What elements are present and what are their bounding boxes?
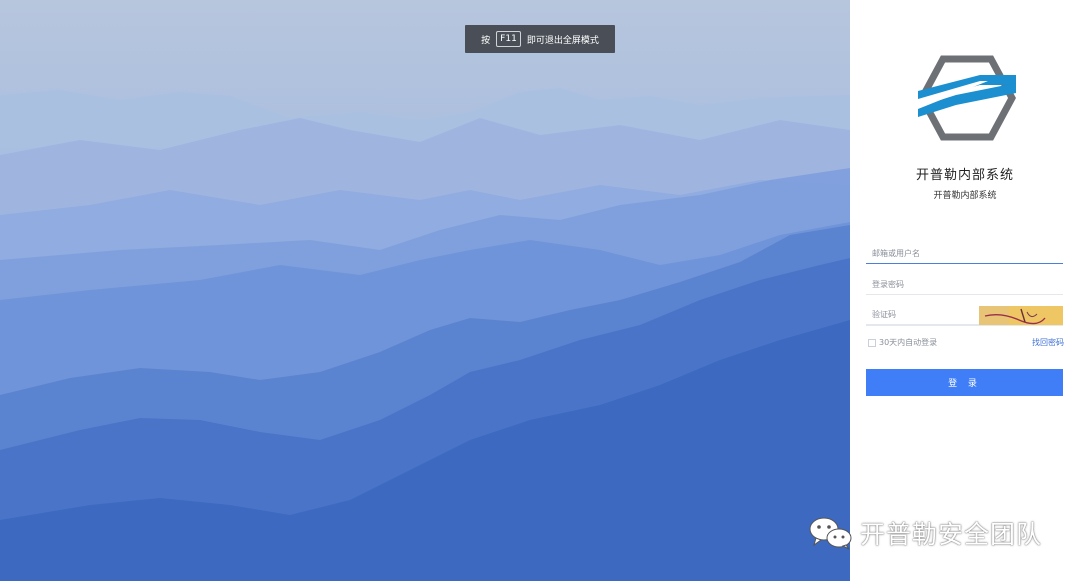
login-button[interactable]: 登 录	[866, 369, 1063, 396]
remember-label: 30天内自动登录	[879, 338, 938, 347]
captcha-input[interactable]	[866, 305, 979, 325]
password-input[interactable]	[866, 275, 1063, 295]
notice-suffix: 即可退出全屏模式	[526, 35, 599, 46]
f11-key-badge: F11	[496, 31, 521, 47]
watermark-text: 开普勒安全团队	[860, 520, 1043, 549]
username-input[interactable]	[866, 244, 1063, 264]
remember-me[interactable]: 30天内自动登录	[868, 337, 937, 348]
login-panel: 开普勒内部系统 开普勒内部系统 30天内自动登录 找回密码 登 录	[850, 0, 1080, 581]
system-title: 开普勒内部系统	[915, 168, 1014, 183]
forgot-password-link[interactable]: 找回密码	[1032, 337, 1064, 348]
wechat-watermark: 开普勒安全团队	[808, 515, 1042, 551]
company-logo-icon	[918, 55, 1016, 141]
fullscreen-exit-notice: 按 F11 即可退出全屏模式	[465, 25, 615, 53]
wechat-icon	[809, 517, 852, 550]
notice-prefix: 按	[481, 35, 491, 46]
remember-checkbox[interactable]	[868, 338, 876, 347]
background-mountain-image	[0, 0, 850, 581]
system-subtitle: 开普勒内部系统	[933, 191, 997, 201]
captcha-divider	[866, 325, 1063, 326]
mountain-landscape	[0, 88, 850, 581]
captcha-image[interactable]	[979, 306, 1063, 325]
